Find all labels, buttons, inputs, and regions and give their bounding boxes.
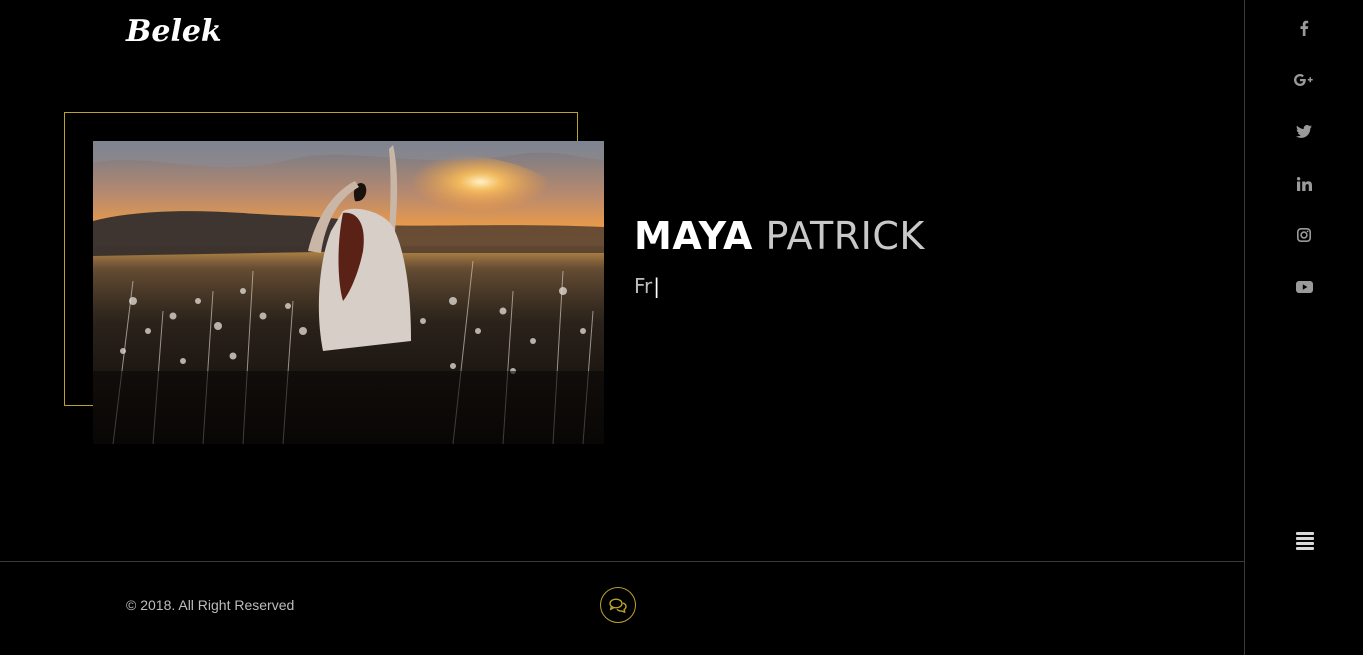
facebook-icon[interactable] — [1245, 16, 1363, 40]
hero-name: MAYA PATRICK — [634, 214, 925, 258]
chat-bubbles-icon — [609, 597, 627, 613]
linkedin-icon[interactable] — [1245, 172, 1363, 196]
typing-cursor: | — [653, 274, 661, 298]
menu-hamburger-icon[interactable] — [1296, 532, 1314, 552]
first-name: MAYA — [634, 214, 753, 258]
youtube-icon[interactable] — [1245, 275, 1363, 299]
last-name: PATRICK — [765, 214, 925, 258]
page: Belek MAYA PATRICK Fr| © 2018. All Right… — [0, 0, 1363, 655]
typed-text: Fr — [634, 274, 653, 298]
typed-subtitle: Fr| — [634, 274, 660, 298]
twitter-icon[interactable] — [1245, 119, 1363, 143]
copyright-text: © 2018. All Right Reserved — [126, 597, 295, 613]
google-plus-icon[interactable] — [1245, 68, 1363, 92]
hero-photo — [93, 141, 604, 444]
footer-divider — [0, 561, 1244, 562]
chat-icon-button[interactable] — [600, 587, 636, 623]
instagram-icon[interactable] — [1245, 223, 1363, 247]
sidebar-divider — [1244, 0, 1245, 655]
logo[interactable]: Belek — [126, 14, 222, 49]
